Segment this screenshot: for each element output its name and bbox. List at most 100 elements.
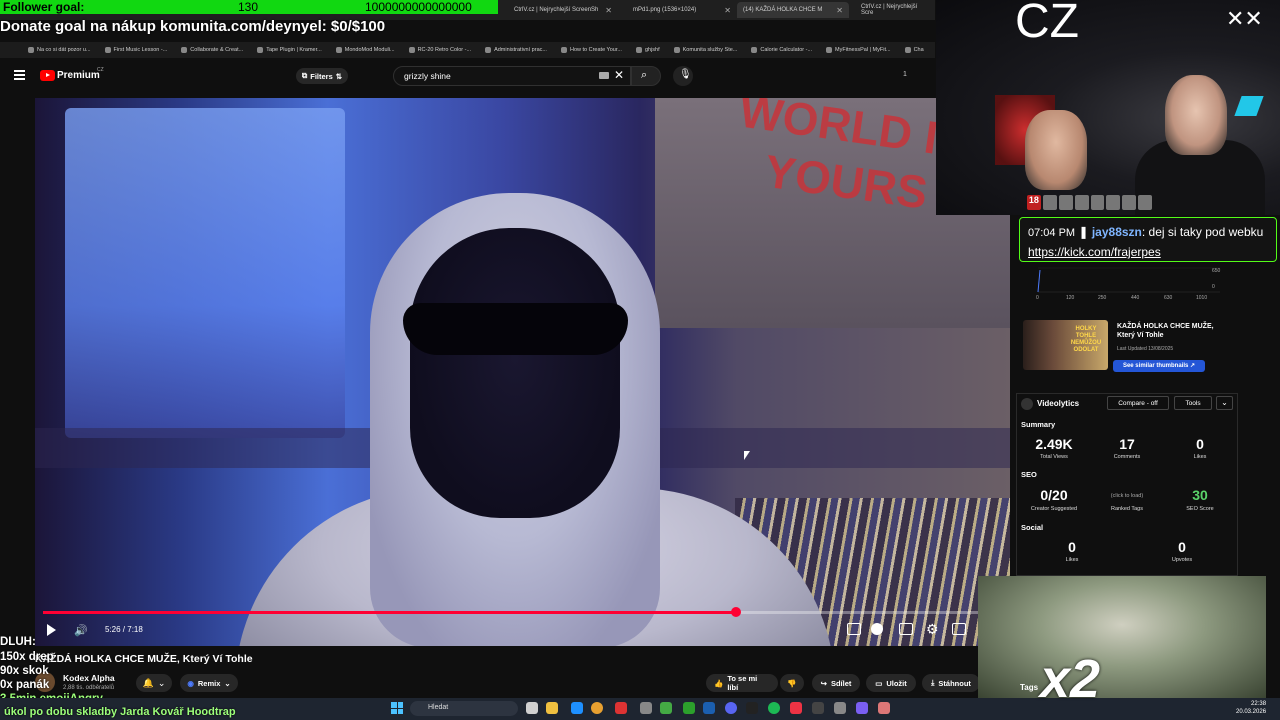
keyboard-icon[interactable]	[599, 72, 609, 79]
close-icon[interactable]: ✕	[605, 6, 612, 15]
bookmark-favicon-icon	[751, 47, 758, 53]
subtitles-icon[interactable]	[899, 623, 913, 635]
bookmark-item[interactable]: ghjshf	[635, 47, 660, 53]
likes-value: 0	[1196, 436, 1204, 452]
bookmark-item[interactable]: MyFitnessPal | MyFit...	[826, 47, 891, 53]
video-background-window	[65, 108, 345, 438]
spotify-icon[interactable]	[768, 702, 780, 714]
volume-icon[interactable]: 🔊	[74, 624, 88, 637]
share-button[interactable]: ↪ Sdílet	[812, 674, 860, 692]
share-label: Sdílet	[830, 678, 852, 688]
task-view-icon[interactable]	[526, 702, 538, 714]
theater-mode-icon[interactable]	[952, 623, 966, 635]
browser-tab[interactable]: CtrlV.cz | Nejrychlejší ScreenSh ✕	[508, 2, 618, 18]
videolytics-logo-icon	[1021, 398, 1033, 410]
steam-icon[interactable]	[703, 702, 715, 714]
close-icon[interactable]: ✕	[724, 6, 731, 15]
chat-link[interactable]: https://kick.com/frajerpes	[1028, 245, 1161, 259]
app-icon[interactable]	[615, 702, 627, 714]
bookmark-label: MyFitnessPal | MyFit...	[835, 47, 891, 53]
download-button[interactable]: ⤓ Stáhnout	[922, 674, 980, 692]
bookmark-item[interactable]: Administrativní prac...	[485, 47, 547, 53]
remix-button[interactable]: ◉ Remix ⌄	[180, 674, 238, 692]
progress-scrubber[interactable]	[731, 607, 741, 617]
bookmark-item[interactable]: Cha	[904, 47, 924, 53]
search-button[interactable]: ⌕	[631, 66, 661, 86]
badge-icon	[1042, 195, 1057, 210]
ranked-tags-load[interactable]: (click to load)	[1097, 493, 1157, 499]
bookmark-label: First Music Lesson -...	[113, 47, 168, 53]
close-icon[interactable]: ✕	[836, 6, 843, 15]
menu-icon[interactable]	[14, 70, 25, 80]
app-icon[interactable]	[640, 702, 652, 714]
tools-dropdown[interactable]: Tools	[1174, 396, 1212, 410]
webcam-person-face	[1025, 110, 1087, 190]
browser-tab[interactable]: CtrlV.cz | Nejrychlejší Scre	[855, 2, 935, 18]
bookmark-label: Na co si dát pozor u...	[37, 47, 91, 53]
chat-username[interactable]: jay88szn	[1092, 225, 1142, 239]
chart-tick: 250	[1098, 295, 1107, 301]
creator-suggested-value: 0/20	[1040, 487, 1068, 503]
bookmark-label: Administrativní prac...	[494, 47, 547, 53]
download-label: Stáhnout	[938, 678, 971, 688]
sticker-text: x2	[1040, 649, 1101, 709]
search-input[interactable]: grizzly shine	[393, 66, 631, 86]
sticker-image	[978, 576, 1266, 698]
app-icon[interactable]	[571, 702, 583, 714]
overlay-dluh: DLUH:	[0, 636, 36, 648]
miniplayer-icon[interactable]	[847, 623, 861, 635]
bookmark-item[interactable]: Tape Plugin | Kramer...	[257, 47, 322, 53]
video-player[interactable]: WORLD IS YOURS	[35, 98, 1010, 646]
bookmark-item[interactable]: MondoMod Moduli...	[335, 47, 395, 53]
autoplay-icon[interactable]	[871, 623, 883, 635]
chevron-down-icon: ⌄	[157, 677, 166, 688]
see-similar-thumbnails-button[interactable]: See similar thumbnails ↗	[1113, 360, 1205, 372]
file-explorer-icon[interactable]	[546, 702, 558, 714]
tiktok-icon[interactable]	[746, 702, 758, 714]
app-icon[interactable]	[878, 702, 890, 714]
clock-time: 22:38	[1251, 701, 1267, 707]
notification-bell-button[interactable]: 🔔 ⌄	[136, 674, 172, 692]
compare-toggle-button[interactable]: Compare - off	[1107, 396, 1169, 410]
last-updated: Last Updated 13/08/2025	[1117, 346, 1174, 352]
xbox-icon[interactable]	[683, 702, 695, 714]
taskbar-search-input[interactable]: Hledat	[410, 701, 518, 716]
app-icon[interactable]	[834, 702, 846, 714]
youtube-logo-icon[interactable]	[40, 70, 55, 81]
taskbar-clock[interactable]: 22:38 20.03.2026	[1236, 700, 1266, 716]
chat-message: 07:04 PM ❚ jay88szn: dej si taky pod web…	[1019, 217, 1277, 262]
bookmark-item[interactable]: How to Create Your...	[560, 47, 622, 53]
bookmark-item[interactable]: RC-20 Retro Color -...	[408, 47, 471, 53]
app-icon[interactable]	[812, 702, 824, 714]
bookmark-item[interactable]: Komunita služby Ste...	[673, 47, 737, 53]
bookmark-item[interactable]: Na co si dát pozor u...	[28, 47, 91, 53]
settings-gear-icon[interactable]: ⚙	[926, 621, 939, 638]
dislike-button[interactable]: 👎	[780, 674, 804, 692]
channel-name[interactable]: Kodex Alpha	[63, 673, 115, 683]
bookmark-item[interactable]: Calorie Calculator -...	[751, 47, 812, 53]
chrome-icon[interactable]	[591, 702, 603, 714]
bookmark-item[interactable]: Collaborate & Creat...	[181, 47, 243, 53]
mic-icon: 🎙	[679, 69, 692, 80]
app-icon[interactable]	[660, 702, 672, 714]
chevron-down-icon[interactable]: ⌄	[1216, 396, 1233, 410]
browser-tab[interactable]: mPd1.png (1536×1024) ✕	[627, 2, 737, 18]
voice-search-button[interactable]: 🎙	[673, 66, 693, 86]
social-heading: Social	[1021, 523, 1044, 532]
filters-button[interactable]: ⧉ Filters ⇅	[296, 68, 348, 84]
like-button[interactable]: 👍 To se mi líbí	[706, 674, 778, 692]
discord-icon[interactable]	[725, 702, 737, 714]
clear-search-icon[interactable]: ✕	[614, 68, 624, 82]
save-button[interactable]: ▭ Uložit	[866, 674, 916, 692]
browser-tab-active[interactable]: (14) KAŽDÁ HOLKA CHCE M ✕	[737, 2, 849, 18]
youtube-brand[interactable]: Premium	[57, 70, 100, 81]
play-icon[interactable]	[47, 624, 56, 636]
seo-score-label: SEO Score	[1186, 506, 1214, 512]
app-icon[interactable]	[856, 702, 868, 714]
bookmark-item[interactable]: First Music Lesson -...	[104, 47, 168, 53]
summary-heading: Summary	[1021, 420, 1056, 429]
windows-start-icon[interactable]	[391, 702, 403, 714]
chart-tick: 1010	[1196, 295, 1208, 301]
app-icon[interactable]	[790, 702, 802, 714]
mouse-cursor-icon	[744, 451, 750, 460]
